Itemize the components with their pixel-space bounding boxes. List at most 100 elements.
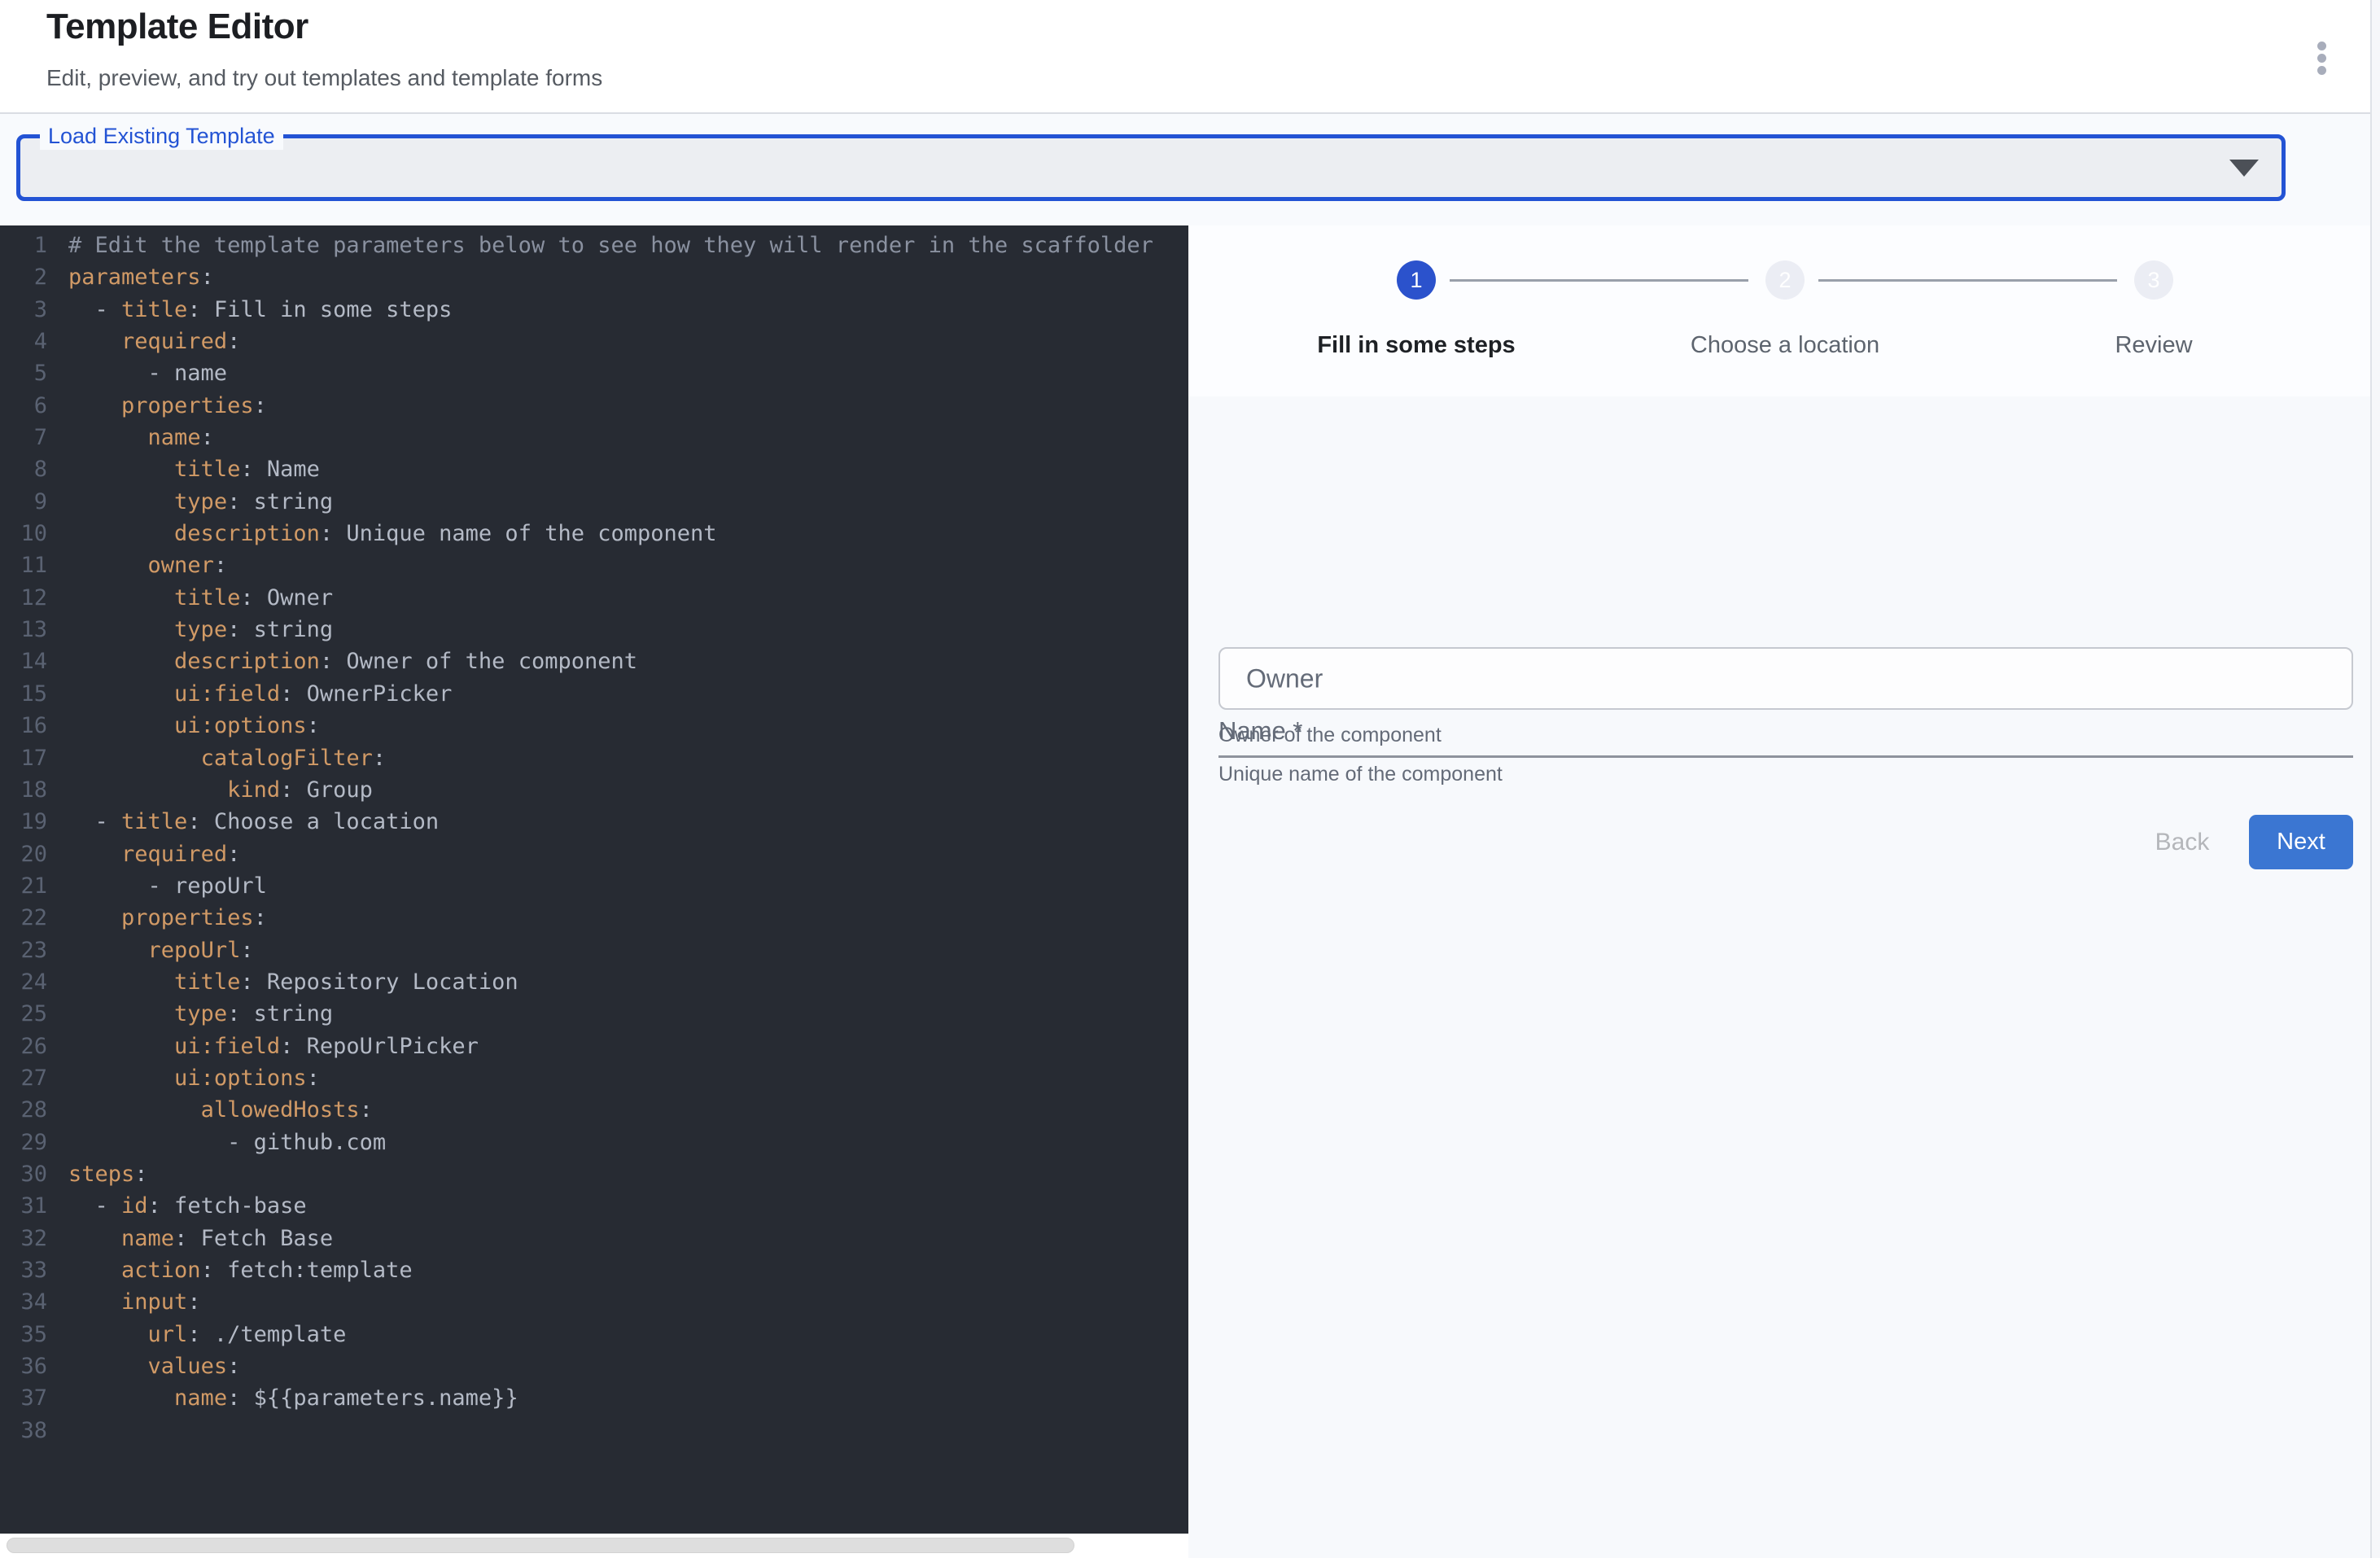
code-text: input: xyxy=(68,1286,201,1318)
code-text: name: ${{parameters.name}} xyxy=(68,1382,518,1414)
line-number: 32 xyxy=(0,1223,47,1254)
line-number: 38 xyxy=(0,1415,47,1446)
code-line: 27 ui:options: xyxy=(0,1062,1188,1094)
name-helper-text: Unique name of the component xyxy=(1218,763,1503,786)
kebab-menu-icon xyxy=(2317,42,2326,50)
line-number: 26 xyxy=(0,1031,47,1062)
owner-helper-text: Owner of the component xyxy=(1218,724,1442,747)
code-text: steps: xyxy=(68,1158,148,1190)
code-line: 7 name: xyxy=(0,422,1188,453)
code-line: 12 title: Owner xyxy=(0,582,1188,614)
line-number: 28 xyxy=(0,1094,47,1126)
load-template-select[interactable]: Load Existing Template xyxy=(16,134,2286,201)
code-text: - title: Fill in some steps xyxy=(68,294,452,326)
code-text: repoUrl: xyxy=(68,934,254,966)
line-number: 7 xyxy=(0,422,47,453)
back-button[interactable]: Back xyxy=(2121,817,2243,868)
code-line: 35 url: ./template xyxy=(0,1319,1188,1350)
line-number: 30 xyxy=(0,1158,47,1190)
code-text: name: Fetch Base xyxy=(68,1223,333,1254)
line-number: 35 xyxy=(0,1319,47,1350)
code-line: 2parameters: xyxy=(0,261,1188,293)
step-number: 2 xyxy=(1778,268,1791,292)
line-number: 16 xyxy=(0,710,47,742)
page-scrollbar-track[interactable] xyxy=(2372,0,2380,1558)
code-text: type: string xyxy=(68,998,333,1030)
code-text: catalogFilter: xyxy=(68,742,386,774)
template-editor-page: Template Editor Edit, preview, and try o… xyxy=(0,0,2380,1558)
code-text: - name xyxy=(68,357,227,389)
template-preview-panel: 1 Fill in some steps 2 Choose a location… xyxy=(1188,225,2370,1558)
code-line: 14 description: Owner of the component xyxy=(0,646,1188,677)
code-line: 33 action: fetch:template xyxy=(0,1254,1188,1286)
line-number: 34 xyxy=(0,1286,47,1318)
code-text: action: fetch:template xyxy=(68,1254,413,1286)
owner-input[interactable]: Owner xyxy=(1218,647,2353,710)
code-text: required: xyxy=(68,326,240,357)
line-number: 27 xyxy=(0,1062,47,1094)
line-number: 23 xyxy=(0,934,47,966)
step-fill-in-some-steps: 1 Fill in some steps xyxy=(1270,225,1563,359)
code-text: # Edit the template parameters below to … xyxy=(68,230,1153,261)
line-number: 9 xyxy=(0,486,47,518)
step-number: 1 xyxy=(1410,268,1422,292)
page-subtitle: Edit, preview, and try out templates and… xyxy=(46,65,602,91)
code-line: 5 - name xyxy=(0,357,1188,389)
step-review: 3 Review xyxy=(2007,225,2300,359)
line-number: 15 xyxy=(0,678,47,710)
code-text: - github.com xyxy=(68,1127,386,1158)
line-number: 1 xyxy=(0,230,47,261)
line-number: 5 xyxy=(0,357,47,389)
code-text: properties: xyxy=(68,902,267,934)
code-line: 10 description: Unique name of the compo… xyxy=(0,518,1188,549)
code-text: - id: fetch-base xyxy=(68,1190,307,1222)
code-line: 3 - title: Fill in some steps xyxy=(0,294,1188,326)
line-number: 36 xyxy=(0,1350,47,1382)
line-number: 4 xyxy=(0,326,47,357)
code-line: 13 type: string xyxy=(0,614,1188,646)
line-number: 8 xyxy=(0,453,47,485)
code-text: allowedHosts: xyxy=(68,1094,373,1126)
line-number: 29 xyxy=(0,1127,47,1158)
code-line: 17 catalogFilter: xyxy=(0,742,1188,774)
next-button[interactable]: Next xyxy=(2249,815,2353,869)
line-number: 33 xyxy=(0,1254,47,1286)
step-choose-a-location: 2 Choose a location xyxy=(1638,225,1932,359)
line-number: 11 xyxy=(0,549,47,581)
step-number-badge: 1 xyxy=(1397,260,1436,300)
page-header: Template Editor Edit, preview, and try o… xyxy=(0,0,2370,114)
code-line: 11 owner: xyxy=(0,549,1188,581)
owner-input-label: Owner xyxy=(1246,663,1323,694)
code-line: 38 xyxy=(0,1415,1188,1446)
line-number: 24 xyxy=(0,966,47,998)
stepper-section: 1 Fill in some steps 2 Choose a location… xyxy=(1188,225,2370,396)
step-label: Fill in some steps xyxy=(1270,332,1563,359)
code-line: 6 properties: xyxy=(0,390,1188,422)
chevron-down-icon xyxy=(2229,160,2259,177)
code-text: ui:field: RepoUrlPicker xyxy=(68,1031,479,1062)
code-line: 23 repoUrl: xyxy=(0,934,1188,966)
load-template-label: Load Existing Template xyxy=(40,122,283,150)
more-options-button[interactable] xyxy=(2299,29,2344,86)
code-line: 24 title: Repository Location xyxy=(0,966,1188,998)
line-number: 2 xyxy=(0,261,47,293)
code-line: 26 ui:field: RepoUrlPicker xyxy=(0,1031,1188,1062)
line-number: 21 xyxy=(0,870,47,902)
code-line: 31 - id: fetch-base xyxy=(0,1190,1188,1222)
step-number-badge: 2 xyxy=(1765,260,1805,300)
h-scrollbar-thumb[interactable] xyxy=(7,1538,1074,1553)
code-text: kind: Group xyxy=(68,774,373,806)
code-text: ui:options: xyxy=(68,710,320,742)
code-line: 22 properties: xyxy=(0,902,1188,934)
code-lines: 1 # Edit the template parameters below to… xyxy=(0,225,1188,1446)
line-number: 12 xyxy=(0,582,47,614)
code-text: title: Owner xyxy=(68,582,333,614)
code-text: ui:options: xyxy=(68,1062,320,1094)
code-line: 21 - repoUrl xyxy=(0,870,1188,902)
code-text: - title: Choose a location xyxy=(68,806,439,838)
code-line: 18 kind: Group xyxy=(0,774,1188,806)
code-text: owner: xyxy=(68,549,227,581)
load-template-row: Load Existing Template xyxy=(0,114,2370,225)
yaml-editor[interactable]: 1 # Edit the template parameters below to… xyxy=(0,225,1188,1534)
code-text: properties: xyxy=(68,390,267,422)
